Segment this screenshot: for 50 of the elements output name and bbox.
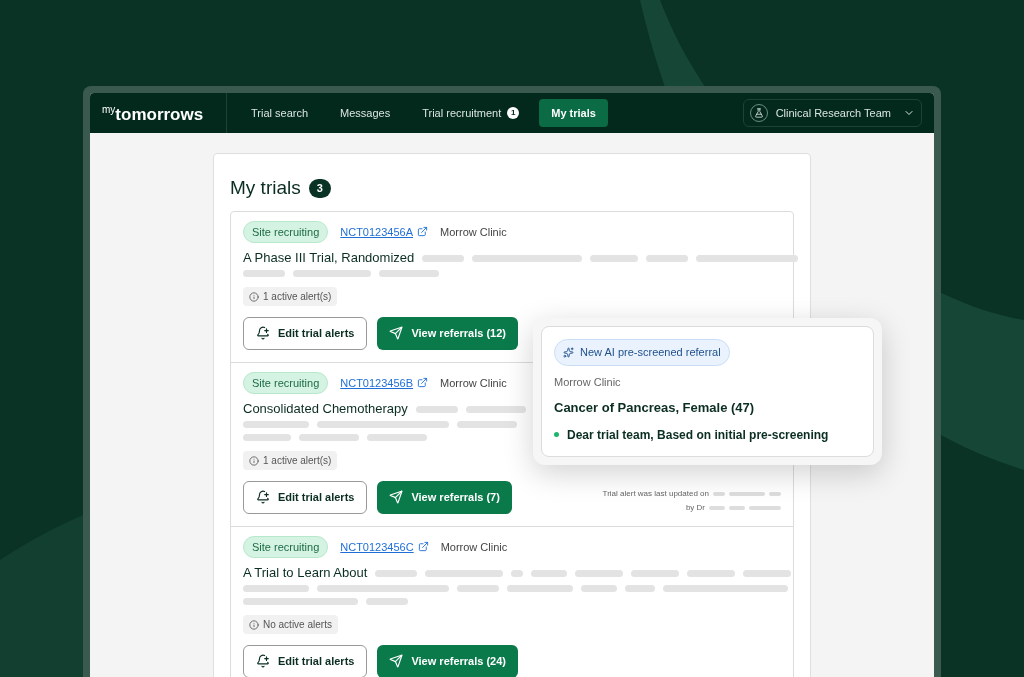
trial-id-link[interactable]: NCT0123456A <box>340 223 429 240</box>
trial-id-link[interactable]: NCT0123456C <box>340 538 429 555</box>
bell-icon <box>256 654 270 668</box>
info-icon <box>249 291 259 302</box>
text-placeholder-drawing <box>713 491 781 496</box>
count-badge: 1 <box>507 107 520 119</box>
status-badge: Site recruiting <box>243 535 329 558</box>
status-badge: Site recruiting <box>243 220 329 243</box>
trial-title: A Trial to Learn About <box>243 565 368 581</box>
edit-alerts-button[interactable]: Edit trial alerts <box>243 644 368 677</box>
site-name: Morrow Clinic <box>554 374 621 390</box>
send-icon <box>389 490 404 504</box>
nav-tab[interactable]: My trials <box>539 99 608 127</box>
external-link-icon <box>417 541 429 553</box>
bell-icon <box>256 326 270 340</box>
edit-alerts-button[interactable]: Edit trial alerts <box>243 316 368 350</box>
external-link-icon <box>417 377 429 389</box>
trial-title: A Phase III Trial, Randomized <box>243 250 415 266</box>
ai-referral-badge: New AI pre-screened referral <box>554 339 730 366</box>
text-placeholder-drawing <box>709 505 781 510</box>
page-title: My trials <box>230 176 301 200</box>
referral-message: Dear trial team, Based on initial pre-screening <box>567 426 829 444</box>
bell-icon <box>256 490 270 504</box>
alert-status: 1 active alert(s) <box>243 451 338 470</box>
info-icon <box>249 619 259 630</box>
view-referrals-button[interactable]: View referrals (24) <box>377 644 518 677</box>
trial-title: Consolidated Chemotherapy <box>243 401 408 417</box>
site-name: Morrow Clinic <box>440 539 508 555</box>
updated-by-text: by Dr <box>685 501 705 514</box>
alert-status: No active alerts <box>243 615 338 634</box>
alert-status: 1 active alert(s) <box>243 287 338 306</box>
site-name: Morrow Clinic <box>440 375 507 391</box>
nav-tab[interactable]: Messages <box>328 99 403 127</box>
referral-title: Cancer of Pancreas, Female (47) <box>554 399 755 417</box>
info-icon <box>249 455 259 466</box>
status-badge: Site recruiting <box>243 371 329 394</box>
team-menu-button[interactable]: Clinical Research Team <box>742 99 922 127</box>
send-icon <box>389 654 404 668</box>
edit-alerts-button[interactable]: Edit trial alerts <box>243 480 368 514</box>
count-badge: 3 <box>308 179 331 198</box>
view-referrals-button[interactable]: View referrals (12) <box>377 316 518 350</box>
trial-id-link[interactable]: NCT0123456B <box>340 374 429 391</box>
view-referrals-button[interactable]: View referrals (7) <box>377 480 512 514</box>
site-name: Morrow Clinic <box>440 224 507 240</box>
external-link-icon <box>417 226 429 238</box>
sparkle-icon <box>563 346 574 358</box>
last-updated-text: Trial alert was last updated on <box>602 487 709 500</box>
send-icon <box>389 326 404 340</box>
nav-tab[interactable]: Trial recruitment 1 <box>410 99 532 127</box>
nav-tab[interactable]: Trial search <box>239 99 321 127</box>
